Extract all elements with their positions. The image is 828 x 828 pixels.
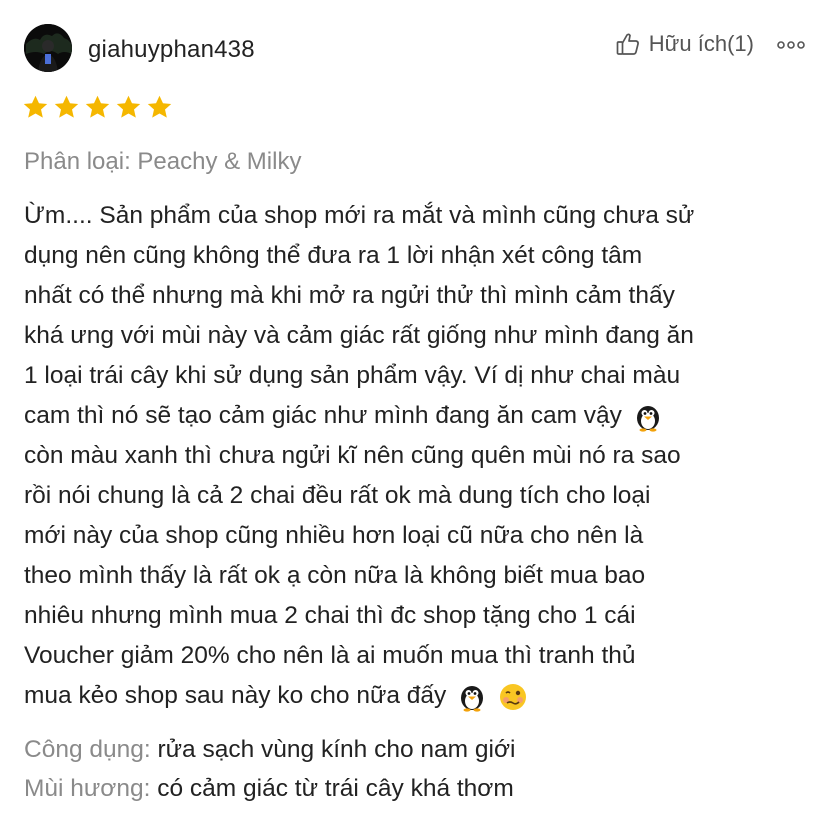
review-line: theo mình thấy là rất ok ạ còn nữa là kh… (24, 562, 646, 589)
review-line: mua kẻo shop sau này ko cho nữa đấy (24, 676, 814, 716)
review-line: dụng nên cũng không thể đưa ra 1 lời nhậ… (24, 242, 643, 269)
more-options-icon[interactable] (776, 38, 806, 52)
attribute-usage: Công dụng: rửa sạch vùng kính cho nam gi… (24, 734, 515, 766)
variant-label: Phân loại: Peachy & Milky (24, 148, 302, 175)
review-header: giahuyphan438 Hữu ích(1) (24, 24, 814, 74)
review-line: khá ưng với mùi này và cảm giác rất giốn… (24, 322, 694, 349)
penguin-emoji (457, 682, 487, 712)
attribute-value: rửa sạch vùng kính cho nam giới (157, 736, 516, 763)
woozy-face-emoji (498, 682, 528, 712)
star-rating (22, 94, 173, 121)
review-line: rồi nói chung là cả 2 chai đều rất ok mà… (24, 482, 651, 509)
review-line: còn màu xanh thì chưa ngửi kĩ nên cũng q… (24, 442, 681, 469)
helpful-button[interactable]: Hữu ích(1) (615, 29, 754, 59)
star-icon (147, 95, 172, 118)
review-line: nhất có thể nhưng mà khi mở ra ngửi thử … (24, 282, 675, 309)
attribute-label: Mùi hương: (24, 775, 151, 802)
review-card: giahuyphan438 Hữu ích(1) Phân loại: Peac… (0, 0, 828, 828)
attribute-value: có cảm giác từ trái cây khá thơm (157, 775, 514, 802)
review-content: Ừm.... Sản phẩm của shop mới ra mắt và m… (24, 196, 814, 716)
attribute-label: Công dụng: (24, 736, 151, 763)
avatar[interactable] (24, 24, 72, 72)
username[interactable]: giahuyphan438 (88, 36, 255, 64)
review-line: Ừm.... Sản phẩm của shop mới ra mắt và m… (24, 202, 695, 229)
review-line: Voucher giảm 20% cho nên là ai muốn mua … (24, 642, 636, 669)
star-icon (116, 95, 141, 118)
thumbs-up-icon (615, 31, 641, 57)
attribute-scent: Mùi hương: có cảm giác từ trái cây khá t… (24, 773, 514, 805)
penguin-emoji (633, 402, 663, 432)
review-line: cam thì nó sẽ tạo cảm giác như mình đang… (24, 396, 814, 436)
review-line: 1 loại trái cây khi sử dụng sản phẩm vậy… (24, 362, 681, 389)
review-line: mới này của shop cũng nhiều hơn loại cũ … (24, 522, 644, 549)
star-icon (85, 95, 110, 118)
star-icon (54, 95, 79, 118)
helpful-label: Hữu ích(1) (648, 31, 754, 56)
star-icon (23, 95, 48, 118)
review-line: nhiêu nhưng mình mua 2 chai thì đc shop … (24, 602, 636, 629)
